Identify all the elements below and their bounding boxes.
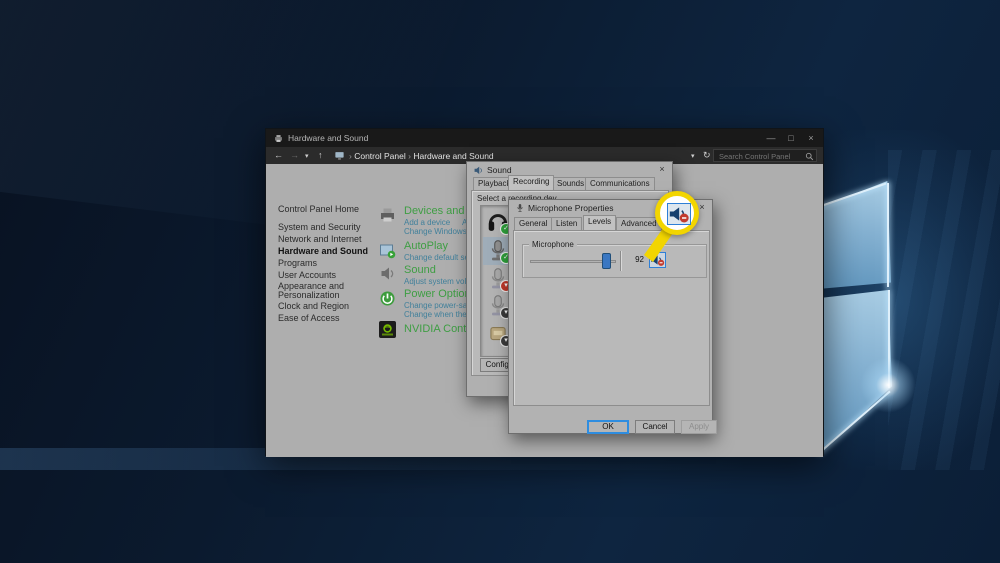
tab-recording[interactable]: Recording [508,175,554,190]
microphone-group-label: Microphone [529,240,577,249]
sidebar-item-hardware-and-sound[interactable]: Hardware and Sound [278,246,368,256]
sidebar-item-network-and-internet[interactable]: Network and Internet [278,234,362,244]
sound-dialog-title: Sound [487,165,512,175]
sidebar-item-system-and-security[interactable]: System and Security [278,222,361,232]
logo-edge [887,183,889,287]
sidebar-item-programs[interactable]: Programs [278,258,317,268]
close-icon[interactable]: × [655,164,669,174]
ok-button[interactable]: OK [587,420,629,434]
microphone-dialog-icon [515,203,525,213]
refresh-icon[interactable]: ↻ [703,150,711,161]
mic-properties-title: Microphone Properties [528,203,614,213]
autoplay-link[interactable]: AutoPlay [404,240,448,252]
control-panel-icon [334,150,345,161]
power-options-icon [379,290,396,307]
search-input[interactable] [717,150,807,163]
autoplay-icon [379,242,396,259]
sound-dialog-icon [473,165,483,175]
breadcrumb-root[interactable]: Control Panel [354,151,406,161]
level-slider-thumb[interactable] [602,253,611,269]
breadcrumb: › Control Panel › Hardware and Sound [349,151,494,161]
address-dropdown-icon[interactable]: ▾ [691,152,695,160]
callout-speaker-mute-icon [667,203,691,225]
breadcrumb-current[interactable]: Hardware and Sound [413,151,493,161]
title-bar[interactable]: Hardware and Sound — □ × [266,129,823,147]
close-button[interactable]: × [803,131,819,145]
tab-communications[interactable]: Communications [585,177,655,190]
levels-tab-page: Microphone 92 [513,230,710,406]
sidebar-item-appearance-and-personalization[interactable]: Appearance and Personalization [278,282,364,300]
up-icon[interactable]: ↑ [318,150,323,160]
wallpaper-rays [888,150,1000,470]
back-icon[interactable]: ← [274,150,283,160]
cancel-button[interactable]: Cancel [635,420,675,434]
breadcrumb-chevron: › [408,151,411,161]
sidebar-item-control-panel-home[interactable]: Control Panel Home [278,204,359,214]
tab-sounds[interactable]: Sounds [552,177,589,190]
sidebar-item-user-accounts[interactable]: User Accounts [278,270,336,280]
tab-listen[interactable]: Listen [551,217,582,230]
printer-icon [379,206,396,223]
window-title: Hardware and Sound [288,133,368,143]
history-dropdown-icon[interactable]: ▾ [305,152,309,160]
divider [620,251,621,271]
tab-general[interactable]: General [514,217,552,230]
callout-highlight-circle [655,191,699,235]
sidebar-item-clock-and-region[interactable]: Clock and Region [278,301,349,311]
breadcrumb-chevron: › [349,151,352,161]
maximize-button[interactable]: □ [783,131,799,145]
speaker-icon [379,265,396,282]
apply-button[interactable]: Apply [681,420,717,434]
hardware-and-sound-icon [273,133,284,144]
nvidia-icon [379,321,396,338]
tab-levels[interactable]: Levels [583,215,616,230]
add-a-device-link[interactable]: Add a device [404,218,450,227]
forward-icon[interactable]: → [290,150,299,160]
minimize-button[interactable]: — [763,131,779,145]
search-box [713,149,817,162]
sound-link[interactable]: Sound [404,264,436,276]
desktop: Hardware and Sound — □ × ← → ▾ ↑ › Contr… [0,0,1000,563]
sidebar-item-ease-of-access[interactable]: Ease of Access [278,313,340,323]
search-icon[interactable] [805,152,814,161]
wallpaper-star-glow [858,355,918,415]
